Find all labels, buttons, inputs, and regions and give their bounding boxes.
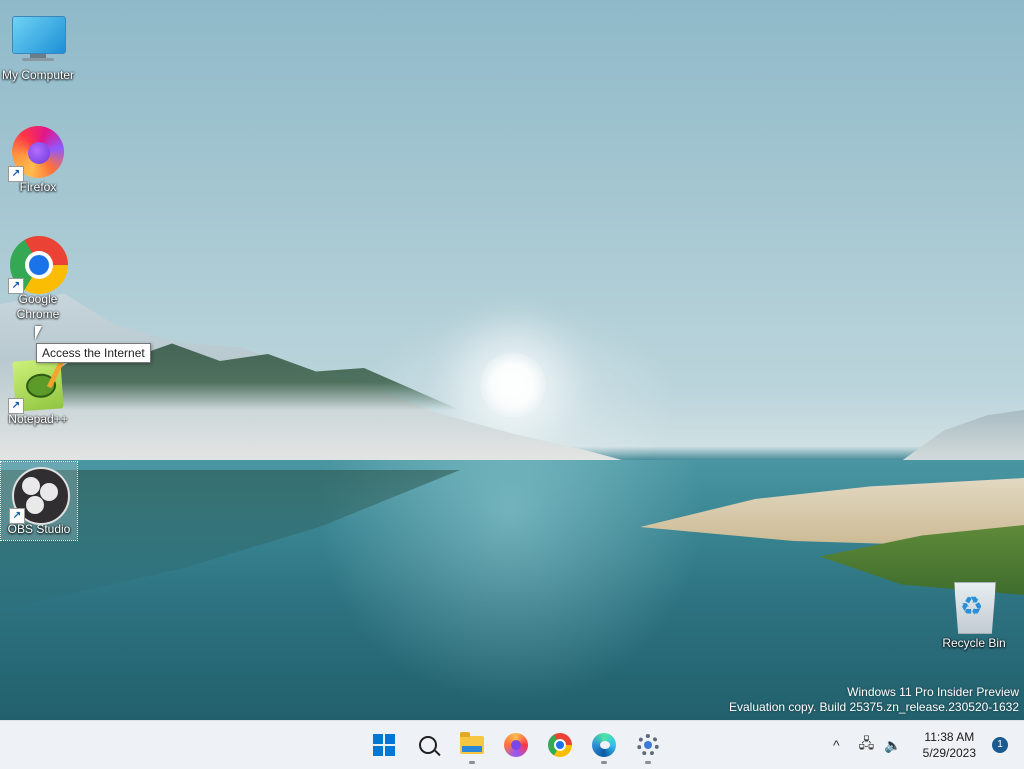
desktop-icon-google-chrome[interactable]: ↗ Google Chrome	[0, 232, 76, 322]
clock-time: 11:38 AM	[924, 730, 975, 744]
settings-taskbar-button[interactable]	[626, 723, 670, 767]
desktop-icon-notepad-plus-plus[interactable]: ↗ Notepad++	[0, 352, 76, 427]
desktop-icon-obs-studio[interactable]: ↗ OBS Studio	[0, 461, 78, 541]
shortcut-arrow-icon: ↗	[8, 278, 24, 294]
mouse-cursor-icon	[35, 326, 42, 340]
clock[interactable]: 11:38 AM 5/29/2023	[923, 729, 976, 761]
search-button[interactable]	[406, 723, 450, 767]
edge-taskbar-button[interactable]	[582, 723, 626, 767]
chrome-taskbar-button[interactable]	[538, 723, 582, 767]
clock-date: 5/29/2023	[922, 746, 977, 760]
running-indicator	[469, 761, 475, 764]
network-icon[interactable]: 🖧	[859, 733, 875, 757]
search-icon	[419, 736, 437, 754]
taskbar: ^ 🖧 🔈 11:38 AM 5/29/2023 1	[0, 720, 1024, 769]
watermark-edition: Windows 11 Pro Insider Preview	[847, 685, 1019, 699]
computer-icon	[10, 12, 66, 68]
notepad-plus-plus-icon: ↗	[8, 356, 66, 414]
edge-icon	[592, 733, 616, 757]
watermark-build: Evaluation copy. Build 25375.zn_release.…	[729, 700, 1019, 714]
sun	[480, 352, 546, 418]
firefox-icon: ↗	[8, 124, 66, 182]
notification-badge[interactable]: 1	[992, 737, 1009, 753]
show-hidden-icons-chevron-icon[interactable]: ^	[833, 737, 840, 753]
desktop-icon-label: My Computer	[1, 68, 75, 82]
desktop-icon-firefox[interactable]: ↗ Firefox	[0, 120, 76, 195]
shortcut-arrow-icon: ↗	[8, 398, 24, 414]
firefox-taskbar-button[interactable]	[494, 723, 538, 767]
system-tray: ^ 🖧 🔈 11:38 AM 5/29/2023 1	[828, 721, 1009, 769]
firefox-icon	[504, 733, 528, 757]
desktop-icon-label: Google Chrome	[16, 292, 60, 321]
obs-studio-icon: ↗	[9, 466, 70, 525]
mountain-right	[900, 410, 1024, 462]
desktop-icon-label: Firefox	[19, 180, 57, 194]
build-watermark: Windows 11 Pro Insider Preview Evaluatio…	[729, 685, 1019, 715]
desktop-icon-my-computer[interactable]: My Computer	[0, 8, 76, 83]
folder-icon	[460, 732, 484, 754]
chrome-icon: ↗	[8, 236, 68, 294]
shortcut-arrow-icon: ↗	[8, 166, 24, 182]
desktop-icon-label: Notepad++	[8, 412, 68, 426]
shortcut-arrow-icon: ↗	[9, 508, 25, 524]
desktop-icon-label: Recycle Bin	[942, 636, 1006, 650]
gear-icon	[637, 734, 659, 756]
chrome-icon	[548, 733, 572, 757]
tooltip: Access the Internet	[36, 343, 151, 363]
file-explorer-button[interactable]	[450, 723, 494, 767]
running-indicator	[645, 761, 651, 764]
windows-logo-icon	[373, 734, 395, 756]
taskbar-pinned-apps	[362, 721, 670, 769]
desktop[interactable]: My Computer ↗ Firefox ↗ Google Chrome ↗ …	[0, 0, 1024, 720]
recycle-bin-icon: ♻	[946, 580, 1002, 636]
desktop-icon-recycle-bin[interactable]: ♻ Recycle Bin	[936, 576, 1012, 651]
running-indicator	[601, 761, 607, 764]
start-button[interactable]	[362, 723, 406, 767]
volume-icon[interactable]: 🔈	[884, 737, 901, 754]
